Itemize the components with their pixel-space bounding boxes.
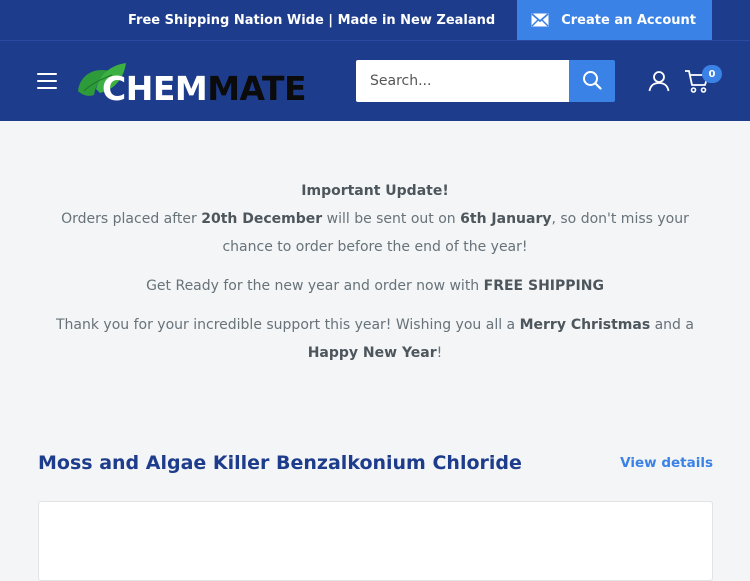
search-bar (356, 60, 615, 102)
create-account-button[interactable]: Create an Account (517, 0, 712, 40)
site-logo[interactable]: CHEMMATE (76, 61, 307, 108)
announcement-thanks: Thank you for your incredible support th… (56, 317, 694, 361)
create-account-label: Create an Account (561, 12, 696, 28)
cutoff-date: 20th December (201, 211, 323, 227)
cart-count-badge: 0 (702, 65, 722, 83)
mail-icon (531, 13, 549, 27)
account-icon[interactable] (648, 70, 670, 96)
featured-product-title: Moss and Algae Killer Benzalkonium Chlor… (38, 452, 522, 474)
view-details-link[interactable]: View details (620, 455, 713, 471)
search-icon (582, 70, 602, 93)
resume-date: 6th January (460, 211, 552, 227)
announcement-title: Important Update! (301, 183, 449, 199)
featured-product-header: Moss and Algae Killer Benzalkonium Chlor… (38, 452, 713, 474)
logo-chem: CHEM (102, 68, 208, 108)
logo-wordmark: CHEMMATE (76, 68, 307, 108)
announcement-bar: Free Shipping Nation Wide | Made in New … (0, 0, 750, 40)
announcement-free-shipping: Get Ready for the new year and order now… (146, 278, 604, 294)
announcement-shipping-dates: Orders placed after 20th December will b… (61, 211, 689, 255)
site-header: CHEMMATE 0 (0, 40, 750, 121)
logo-mate: MATE (207, 68, 307, 108)
product-card (38, 501, 713, 581)
shipping-message: Free Shipping Nation Wide | Made in New … (127, 12, 496, 28)
holiday-announcement: Important Update! Orders placed after 20… (0, 177, 750, 367)
search-button[interactable] (569, 60, 615, 102)
search-input[interactable] (356, 60, 569, 102)
menu-icon[interactable] (37, 73, 57, 89)
